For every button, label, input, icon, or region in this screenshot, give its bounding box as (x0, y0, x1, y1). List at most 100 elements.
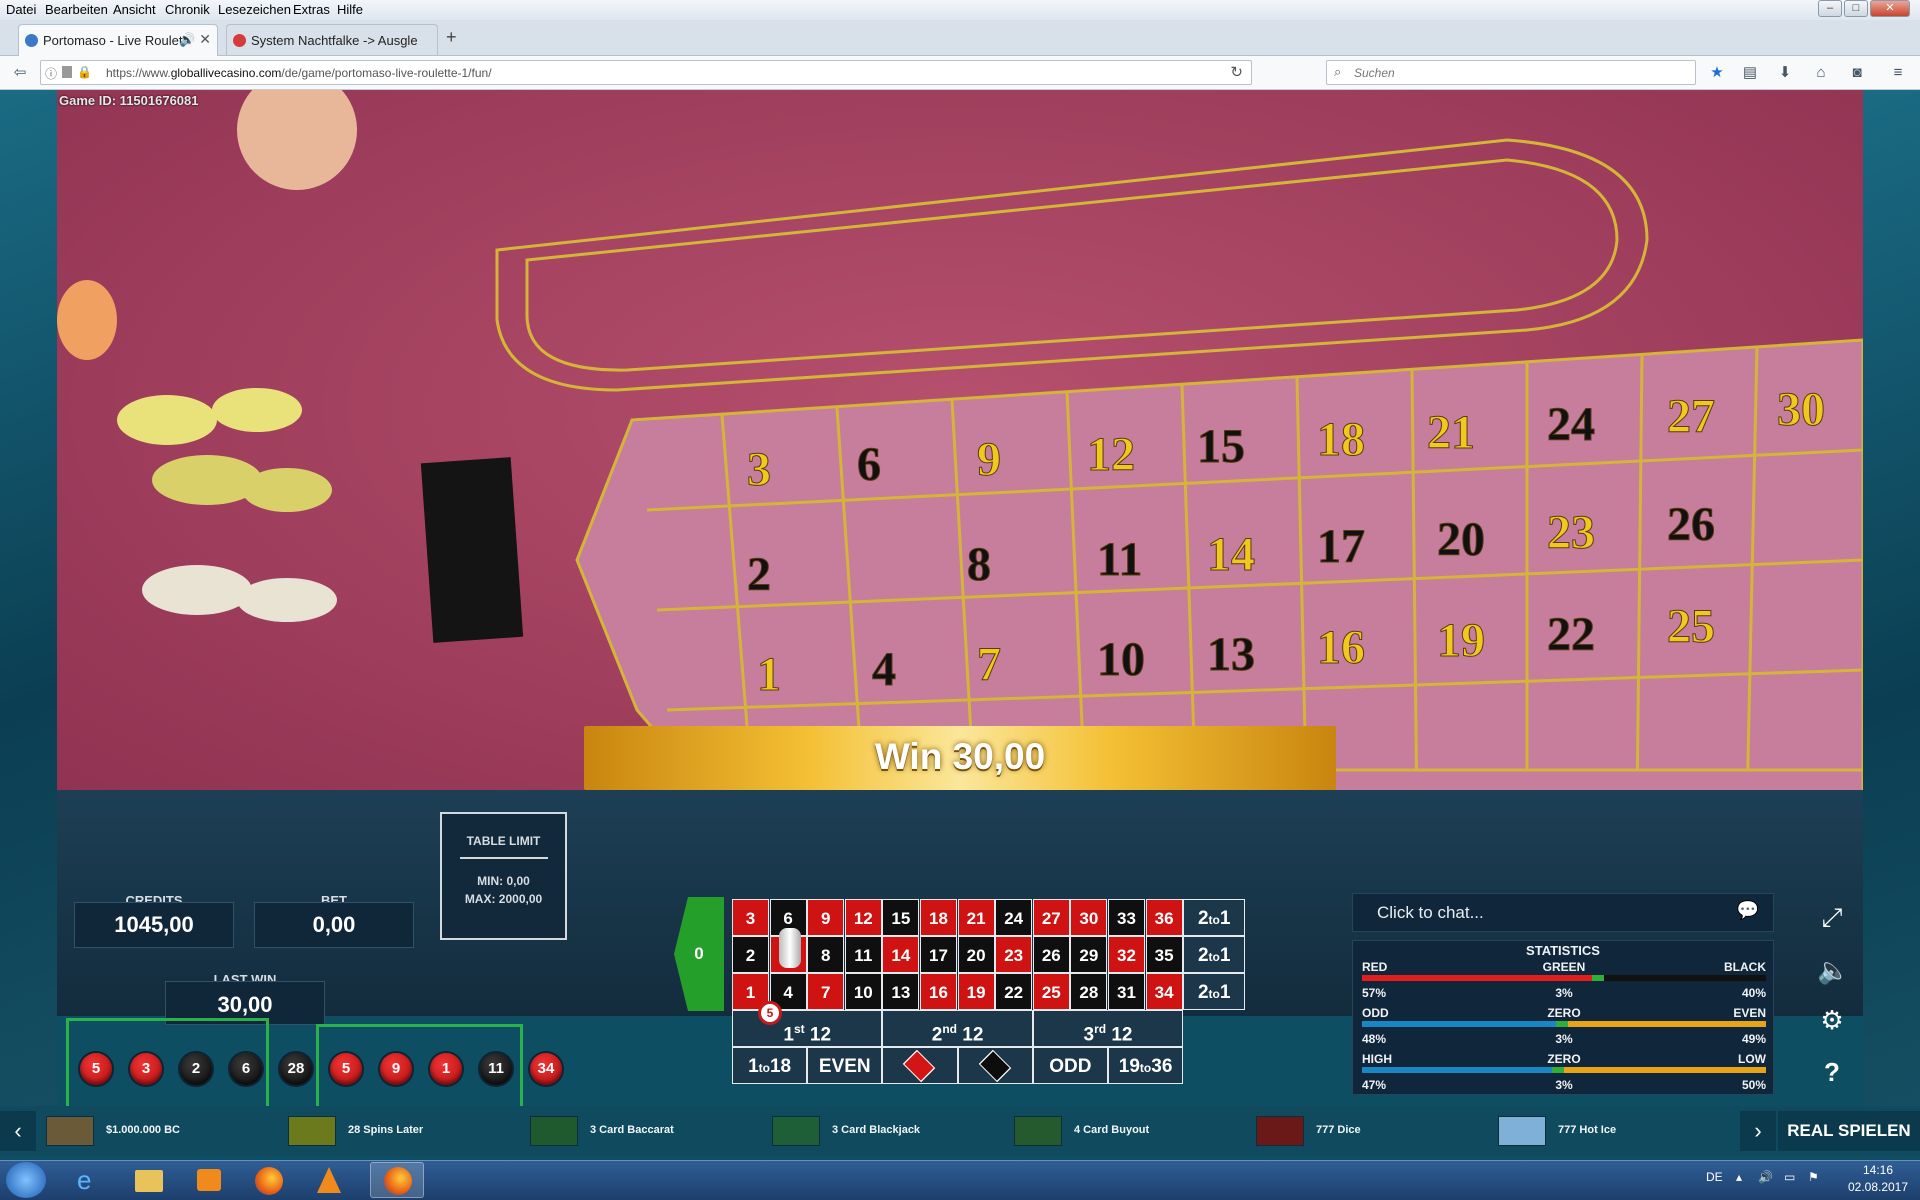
bet-number-35[interactable]: 35 (1145, 936, 1183, 973)
pocket-icon[interactable]: ◙ (1847, 64, 1867, 82)
tray-flag-icon[interactable]: ⚑ (1808, 1170, 1819, 1184)
window-close-button[interactable]: ✕ (1870, 0, 1910, 17)
bet-number-14[interactable]: 14 (882, 936, 920, 973)
bet-number-26[interactable]: 26 (1032, 936, 1070, 973)
clock-date[interactable]: 02.08.2017 (1842, 1180, 1914, 1194)
clock-time[interactable]: 14:16 (1842, 1163, 1914, 1177)
bet-number-32[interactable]: 32 (1108, 936, 1145, 973)
ie-app-icon[interactable]: e (62, 1162, 116, 1198)
bet-number-19[interactable]: 19 (957, 973, 995, 1010)
explorer-app-icon[interactable] (122, 1162, 176, 1198)
bet-number-22[interactable]: 22 (995, 973, 1033, 1010)
bet-number-27[interactable]: 27 (1032, 899, 1070, 936)
bet-number-17[interactable]: 17 (920, 936, 957, 973)
lock-icon[interactable]: 🔒 (77, 65, 92, 79)
menu-extras[interactable]: Extras (293, 2, 330, 17)
help-icon[interactable]: ? (1817, 1057, 1847, 1087)
bet-outside-2[interactable]: EVEN (807, 1047, 883, 1084)
info-icon[interactable]: ⓘ (45, 65, 57, 82)
new-tab-icon[interactable]: + (446, 27, 457, 48)
bet-number-34[interactable]: 34 (1145, 973, 1183, 1010)
bet-dozen-3[interactable]: 3rd 12 (1032, 1010, 1184, 1047)
game-item[interactable]: 4 Card Buyout (1014, 1116, 1244, 1146)
menu-bearbeiten[interactable]: Bearbeiten (45, 2, 108, 17)
volume-icon[interactable]: 🔈 (1817, 955, 1849, 985)
media-player-app-icon[interactable] (182, 1162, 236, 1198)
bet-number-9[interactable]: 9 (807, 899, 845, 936)
bet-dozen-2[interactable]: 2nd 12 (882, 1010, 1033, 1047)
tab-portomaso[interactable]: Portomaso - Live Roulett 🔊 ✕ (18, 24, 218, 56)
menu-ansicht[interactable]: Ansicht (113, 2, 156, 17)
reload-icon[interactable]: ↻ (1230, 63, 1243, 81)
bet-column[interactable]: 2to1 (1183, 936, 1246, 973)
game-item[interactable]: 777 Hot Ice (1498, 1116, 1728, 1146)
bet-outside-3[interactable] (882, 1047, 958, 1084)
bet-number-31[interactable]: 31 (1108, 973, 1145, 1010)
bet-number-15[interactable]: 15 (882, 899, 920, 936)
menu-hilfe[interactable]: Hilfe (337, 2, 363, 17)
bet-number-36[interactable]: 36 (1145, 899, 1183, 936)
firefox-active-app-icon[interactable] (370, 1162, 424, 1198)
bet-number-8[interactable]: 8 (807, 936, 845, 973)
placed-chip[interactable]: 5 (758, 1001, 782, 1025)
tab-close-icon[interactable]: ✕ (199, 31, 211, 48)
bet-number-12[interactable]: 12 (844, 899, 882, 936)
menu-datei[interactable]: Datei (6, 2, 36, 17)
tab-system-nachtfalke[interactable]: System Nachtfalke -> Ausgle (226, 24, 438, 56)
tray-volume-icon[interactable]: 🔊 (1758, 1170, 1773, 1184)
game-item[interactable]: 3 Card Baccarat (530, 1116, 760, 1146)
bet-number-2[interactable]: 2 (732, 936, 769, 973)
game-item[interactable]: $1.000.000 BC (46, 1116, 276, 1146)
games-next-icon[interactable]: › (1740, 1111, 1776, 1151)
bet-number-16[interactable]: 16 (920, 973, 957, 1010)
minimize-button[interactable]: – (1818, 0, 1842, 17)
home-icon[interactable]: ⌂ (1811, 64, 1831, 82)
bet-outside-1[interactable]: 1to18 (732, 1047, 808, 1084)
bet-number-13[interactable]: 13 (882, 973, 920, 1010)
bet-number-30[interactable]: 30 (1070, 899, 1108, 936)
bet-number-3[interactable]: 3 (732, 899, 769, 936)
language-indicator[interactable]: DE (1706, 1170, 1723, 1184)
bet-number-10[interactable]: 10 (844, 973, 882, 1010)
bet-number-18[interactable]: 18 (920, 899, 957, 936)
bet-number-7[interactable]: 7 (807, 973, 845, 1010)
bet-outside-4[interactable] (957, 1047, 1033, 1084)
menu-lesezeichen[interactable]: Lesezeichen (218, 2, 291, 17)
bet-number-28[interactable]: 28 (1070, 973, 1108, 1010)
start-button[interactable] (6, 1162, 46, 1198)
tray-arrow-icon[interactable]: ▴ (1736, 1170, 1742, 1184)
bookmark-star-icon[interactable]: ★ (1707, 64, 1727, 82)
back-arrow-icon[interactable]: ⇦ (10, 64, 30, 82)
vlc-app-icon[interactable] (302, 1162, 356, 1198)
bet-dozen-1[interactable]: 1st 12 (732, 1010, 883, 1047)
real-play-button[interactable]: REAL SPIELEN (1778, 1111, 1920, 1151)
bet-column[interactable]: 2to1 (1183, 973, 1246, 1010)
bet-number-23[interactable]: 23 (995, 936, 1033, 973)
games-prev-icon[interactable]: ‹ (0, 1111, 36, 1151)
search-bar[interactable]: ⌕ Suchen (1326, 60, 1696, 85)
firefox-app-icon[interactable] (242, 1162, 296, 1198)
bet-number-29[interactable]: 29 (1070, 936, 1108, 973)
bet-number-25[interactable]: 25 (1032, 973, 1070, 1010)
menu-chronik[interactable]: Chronik (165, 2, 210, 17)
download-icon[interactable]: ⬇ (1775, 64, 1795, 82)
chat-bubble-icon[interactable]: 💬 (1737, 900, 1759, 921)
tray-network-icon[interactable]: ▭ (1784, 1170, 1795, 1184)
maximize-button[interactable]: □ (1844, 0, 1868, 17)
url-bar[interactable]: ⓘ 🔒 https://www.globallivecasino.com/de/… (40, 60, 1252, 85)
bet-number-24[interactable]: 24 (995, 899, 1033, 936)
speaker-icon[interactable]: 🔊 (179, 32, 195, 48)
bet-column[interactable]: 2to1 (1183, 899, 1246, 936)
menu-hamburger-icon[interactable]: ≡ (1888, 64, 1908, 82)
bet-outside-5[interactable]: ODD (1032, 1047, 1108, 1084)
settings-gear-icon[interactable]: ⚙ (1817, 1005, 1847, 1035)
bet-number-33[interactable]: 33 (1108, 899, 1145, 936)
game-item[interactable]: 3 Card Blackjack (772, 1116, 1002, 1146)
chat-input[interactable]: Click to chat... 💬 (1352, 893, 1774, 932)
bet-number-21[interactable]: 21 (957, 899, 995, 936)
fullscreen-icon[interactable]: ⤢ (1817, 902, 1847, 932)
game-item[interactable]: 28 Spins Later (288, 1116, 518, 1146)
bet-number-11[interactable]: 11 (844, 936, 882, 973)
table-limit-box[interactable]: TABLE LIMIT MIN: 0,00 MAX: 2000,00 (440, 812, 567, 940)
bet-number-20[interactable]: 20 (957, 936, 995, 973)
